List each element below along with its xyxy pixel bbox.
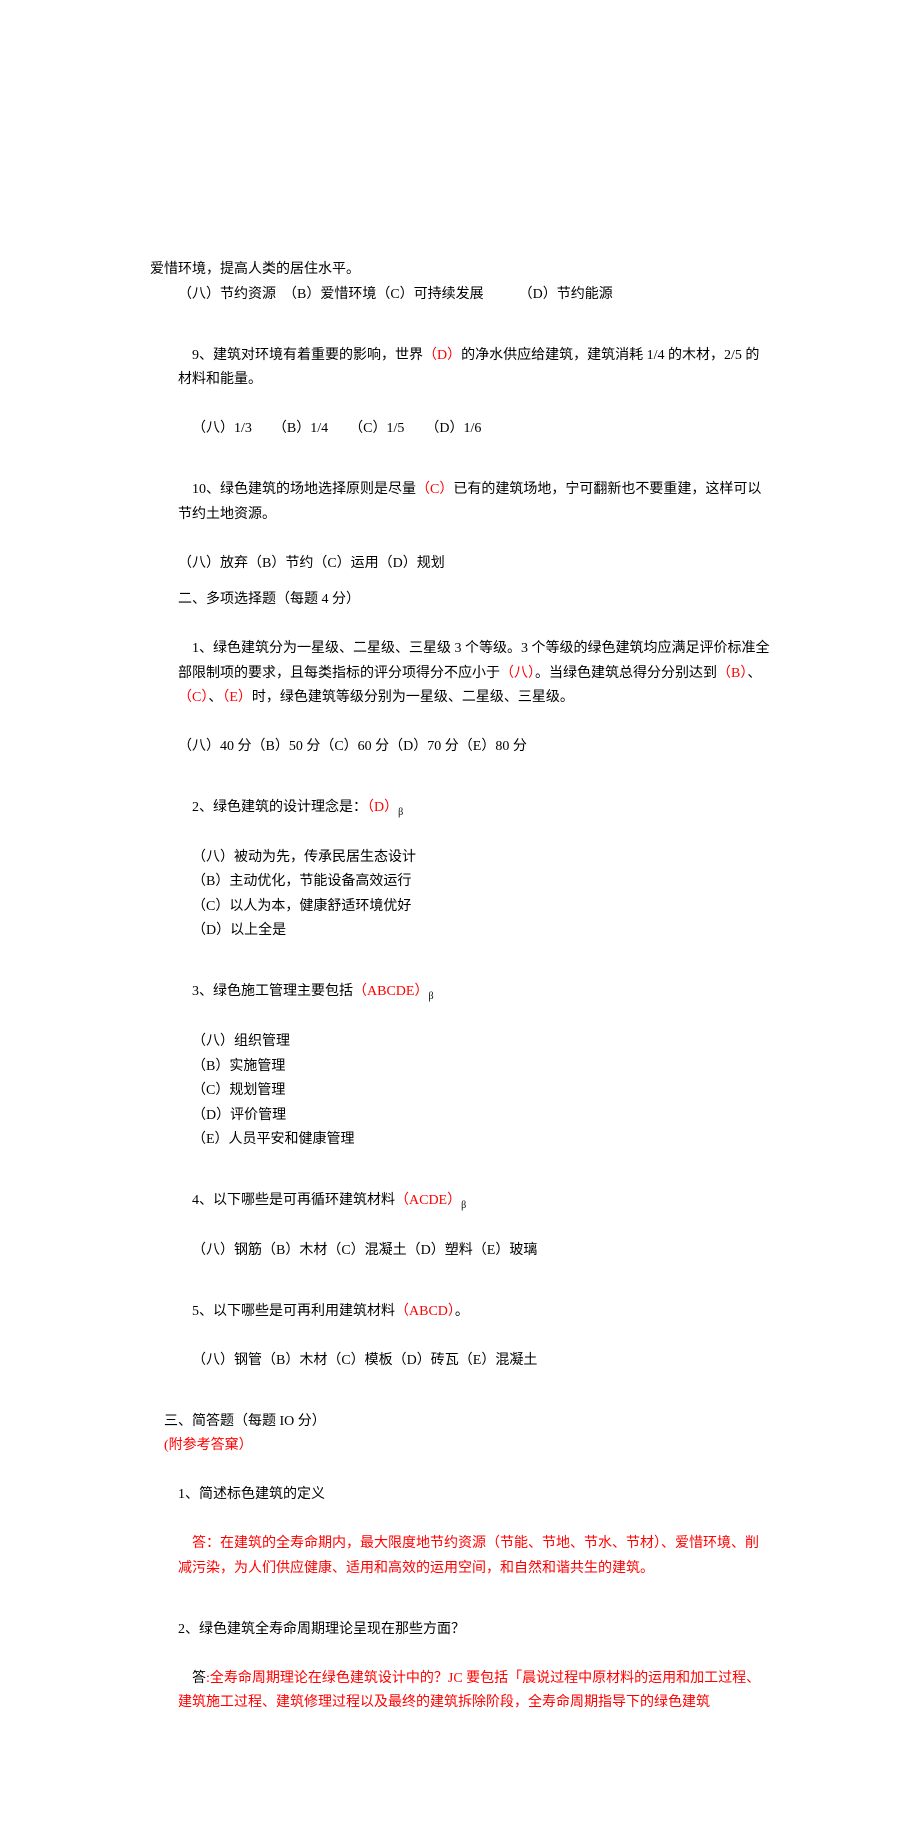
s1-answer: 答：在建筑的全寿命期内，最大限度地节约资源（节能、节地、节水、节材）、爱惜环境、… [150,1508,770,1606]
m1-a2: （B） [717,666,747,681]
s2-answer-label: 答 [192,1671,206,1686]
section3-pre: 三、简答题（每题 IO 分） [164,1414,326,1429]
m5-choices: （八）钢管（B）木材（C）模板（D）砖瓦（E）混凝土 [150,1349,770,1374]
m3-sub: β [428,991,433,1002]
m5-answer: （ABCD） [395,1304,455,1319]
spacer [150,576,770,588]
m4-pre: 4、以下哪些是可再循环建筑材料 [192,1193,395,1208]
m2-opt-d: （D）以上全是 [150,919,770,944]
m5-post: 。 [455,1304,469,1319]
m1-mid: 。当绿色建筑总得分分别达到 [535,666,717,681]
m1-a4: （E） [222,690,252,705]
m2-sub: β [398,807,403,818]
document-page: 爱惜环境，提高人类的居住水平。 （八）节约资源 （B）爱惜环境（C）可持续发展 … [0,0,920,1840]
s2-answer: 答:全寿命周期理论在绿色建筑设计中的？JC 要包括「晨说过程中原材料的运用和加工… [150,1642,770,1740]
q9-choices: （八）1/3 （B）1/4 （C）1/5 （D）1/6 [150,417,770,442]
m2-opt-b: （B）主动优化，节能设备高效运行 [150,870,770,895]
q9-answer: （D） [423,348,461,363]
m3-opt-a: （八）组织管理 [150,1030,770,1055]
m1-a3: （C） [178,690,208,705]
m3-opt-e: （E）人员平安和健康管理 [150,1128,770,1153]
s1-answer-label: 答： [192,1536,220,1551]
m3-opt-d: （D）评价管理 [150,1104,770,1129]
m3-answer: （ABCDE） [353,984,428,999]
q10-choices: （八）放弃（B）节约（C）运用（D）规划 [150,552,770,577]
m3-pre: 3、绿色施工管理主要包括 [192,984,353,999]
spacer [150,760,770,772]
q10-stem: 10、绿色建筑的场地选择原则是尽量（C）已有的建筑场地，宁可翻新也不要重建，这样… [150,454,770,552]
s2-answer-body: 全寿命周期理论在绿色建筑设计中的？JC 要包括「晨说过程中原材料的运用和加工过程… [178,1671,760,1711]
m1-sep2: 、 [208,690,222,705]
m1-stem: 1、绿色建筑分为一星级、二星级、三星级 3 个等级。3 个等级的绿色建筑均应满足… [150,613,770,736]
section2-title: 二、多项选择题（每题 4 分） [150,588,770,613]
s2-question: 2、绿色建筑全寿命周期理论呈现在那些方面？ [150,1618,770,1643]
spacer [150,1606,770,1618]
q9-stem: 9、建筑对环境有着重要的影响，世界（D）的净水供应给建筑，建筑消耗 1/4 的木… [150,319,770,417]
m3-opt-b: （B）实施管理 [150,1055,770,1080]
spacer [150,944,770,956]
m1-sep: 、 [747,666,761,681]
fragment-top: 爱惜环境，提高人类的居住水平。 [150,258,770,283]
spacer [150,442,770,454]
section3-note: (附参考答窠） [164,1438,253,1453]
m5-stem: 5、以下哪些是可再利用建筑材料（ABCD）。 [150,1275,770,1349]
m1-a1: （八） [500,666,535,681]
section3-title: 三、简答题（每题 IO 分） (附参考答窠） [150,1385,770,1483]
m1-choices: （八）40 分（B）50 分（C）60 分（D）70 分（E）80 分 [150,735,770,760]
m4-answer: （ACDE） [395,1193,461,1208]
m4-stem: 4、以下哪些是可再循环建筑材料（ACDE）β [150,1165,770,1239]
m2-stem: 2、绿色建筑的设计理念是：（D）β [150,772,770,846]
m2-answer: （D） [367,800,398,815]
spacer [150,1373,770,1385]
m2-pre: 2、绿色建筑的设计理念是： [192,800,367,815]
m2-opt-a: （八）被动为先，传承民居生态设计 [150,846,770,871]
s1-question: 1、简述标色建筑的定义 [150,1483,770,1508]
m4-sub: β [461,1200,466,1211]
spacer [150,307,770,319]
m3-opt-c: （C）规划管理 [150,1079,770,1104]
q8-choices: （八）节约资源 （B）爱惜环境（C）可持续发展 （D）节约能源 [150,283,770,308]
q10-pre: 10、绿色建筑的场地选择原则是尽量 [192,482,416,497]
q9-pre: 9、建筑对环境有着重要的影响，世界 [192,348,423,363]
q10-answer: （C） [416,482,453,497]
m4-choices: （八）钢筋（B）木材（C）混凝土（D）塑料（E）玻璃 [150,1239,770,1264]
spacer [150,1263,770,1275]
s1-answer-body: 在建筑的全寿命期内，最大限度地节约资源（节能、节地、节水、节材）、爱惜环境、削减… [178,1536,759,1576]
spacer [150,1153,770,1165]
m5-pre: 5、以下哪些是可再利用建筑材料 [192,1304,395,1319]
m2-opt-c: （C）以人为本，健康舒适环境优好 [150,895,770,920]
m1-post: 时，绿色建筑等级分别为一星级、二星级、三星级。 [252,690,574,705]
m3-stem: 3、绿色施工管理主要包括（ABCDE）β [150,956,770,1030]
